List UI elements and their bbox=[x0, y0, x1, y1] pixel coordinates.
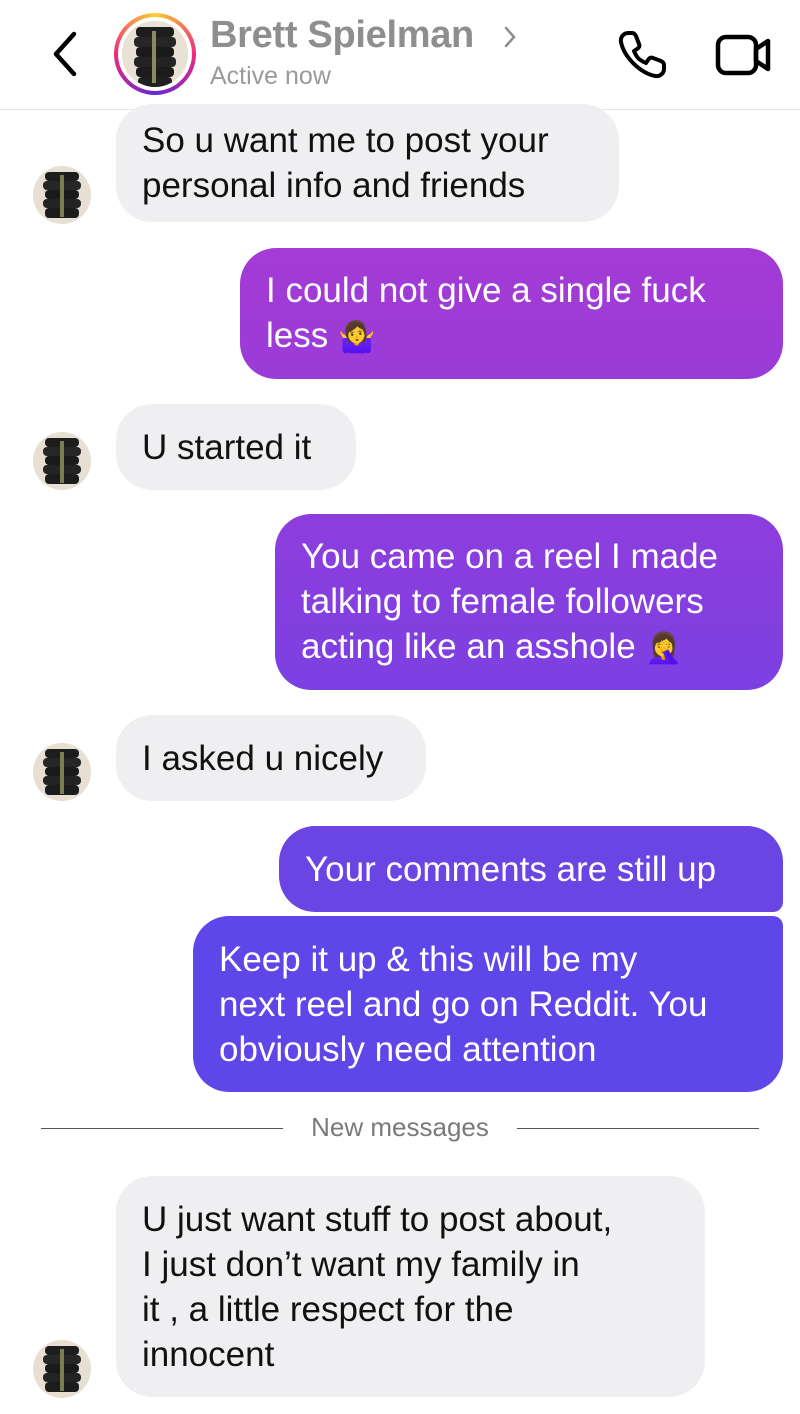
sender-avatar[interactable] bbox=[33, 166, 91, 224]
message-bubble-received[interactable]: So u want me to post your personal info … bbox=[116, 104, 619, 222]
profile-photo-icon bbox=[33, 1340, 91, 1398]
message-bubble-sent[interactable]: You came on a reel I made talking to fem… bbox=[275, 514, 783, 690]
sender-avatar[interactable] bbox=[33, 743, 91, 801]
shrug-emoji-icon: 🤷‍♀️ bbox=[337, 319, 376, 355]
message-bubble-received[interactable]: U just want stuff to post about, I just … bbox=[116, 1176, 705, 1397]
contact-avatar[interactable] bbox=[114, 13, 196, 95]
active-status: Active now bbox=[210, 62, 331, 90]
sender-avatar[interactable] bbox=[33, 1340, 91, 1398]
message-text: U started it bbox=[142, 427, 312, 467]
phone-icon[interactable] bbox=[612, 25, 672, 85]
chevron-right-icon[interactable] bbox=[500, 24, 520, 50]
message-bubble-sent[interactable]: Your comments are still up bbox=[279, 826, 783, 912]
video-camera-icon[interactable] bbox=[712, 27, 774, 83]
profile-photo-icon bbox=[33, 432, 91, 490]
message-bubble-received[interactable]: I asked u nicely bbox=[116, 715, 426, 801]
chat-header: Brett Spielman Active now bbox=[0, 0, 800, 110]
message-text: Your comments are still up bbox=[305, 849, 717, 889]
profile-photo-icon bbox=[33, 166, 91, 224]
message-bubble-sent[interactable]: Keep it up & this will be my next reel a… bbox=[193, 916, 783, 1092]
profile-photo-icon bbox=[33, 743, 91, 801]
message-text: I could not give a single fuck less bbox=[266, 270, 706, 355]
message-text: So u want me to post your personal info … bbox=[142, 121, 549, 205]
message-text: U just want stuff to post about, I just … bbox=[142, 1199, 613, 1374]
profile-photo-icon bbox=[122, 21, 188, 87]
facepalm-emoji-icon: 🤦‍♀️ bbox=[645, 630, 683, 666]
divider-line-right bbox=[517, 1128, 759, 1129]
contact-name[interactable]: Brett Spielman bbox=[210, 14, 474, 57]
message-text: I asked u nicely bbox=[142, 738, 384, 778]
back-button[interactable] bbox=[40, 26, 90, 82]
message-bubble-sent[interactable]: I could not give a single fuck less 🤷‍♀️ bbox=[240, 248, 783, 379]
chevron-left-icon bbox=[53, 31, 77, 77]
sender-avatar[interactable] bbox=[33, 432, 91, 490]
message-bubble-received[interactable]: U started it bbox=[116, 404, 356, 490]
message-text: Keep it up & this will be my next reel a… bbox=[219, 939, 708, 1069]
